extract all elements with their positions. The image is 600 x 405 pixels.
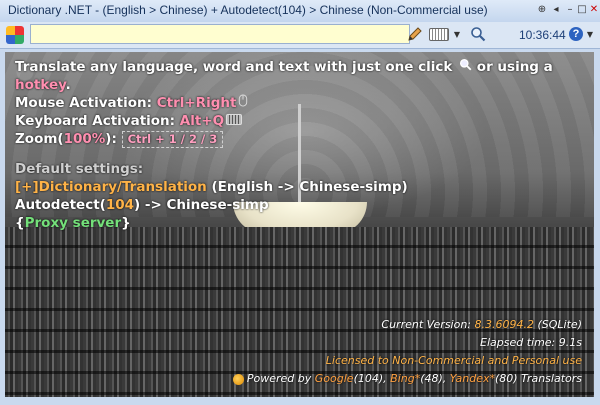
default-settings-heading: Default settings: [15,161,144,177]
bing-count: (48), [420,372,450,385]
keyboard-activation-label: Keyboard Activation: [15,113,180,129]
zoom-keys: Ctrl + 1 / 2 / 3 [121,131,224,148]
mouse-activation-label: Mouse Activation: [15,95,157,111]
magnifier-icon[interactable] [468,24,488,44]
version-db: (SQLite) [534,318,582,331]
welcome-text: Translate any language, word and text wi… [15,58,585,232]
mouse-icon [238,94,248,112]
yandex-count: (80) Translators [494,372,582,385]
elapsed-time: Elapsed time: 9.1s [480,336,582,349]
keyboard-activation-value[interactable]: Alt+Q [180,113,224,129]
dictionary-line: [+]Dictionary/Translation (English -> Ch… [15,178,585,196]
help-chevron-down-icon[interactable]: ▼ [585,24,595,44]
pin-icon[interactable]: ⊕ [536,4,548,16]
magnifier-icon [459,58,472,76]
powered-icon [232,373,244,385]
version-label: Current Version: [381,318,475,331]
yandex-link[interactable]: Yandex* [450,372,495,385]
maximize-icon[interactable]: □ [576,4,588,16]
autodetect-target: ) -> Chinese-simp [134,197,269,213]
welcome-panel: Translate any language, word and text wi… [5,52,594,397]
keyboard-icon[interactable] [428,24,450,44]
app-logo-icon[interactable] [6,26,24,44]
google-count: (104), [353,372,391,385]
autodetect-label: Autodetect( [15,197,106,213]
proxy-brace-open: { [15,215,25,231]
language-pair: (English -> Chinese-simp) [206,179,408,195]
title-bar: Dictionary .NET - (English > Chinese) + … [0,0,600,23]
restore-icon[interactable]: ◂ [550,4,562,16]
google-link[interactable]: Google [315,372,354,385]
window-title: Dictionary .NET - (English > Chinese) + … [8,3,488,17]
version-line: Current Version: 8.3.6094.2 (SQLite) [22,316,582,334]
bing-link[interactable]: Bing* [390,372,420,385]
clock: 10:36:44 [519,28,566,42]
zoom-label: Zoom( [15,131,64,147]
powered-by-label: Powered by [246,372,315,385]
search-input[interactable] [30,24,410,44]
keyboard-icon [226,112,243,130]
minimize-icon[interactable]: – [564,4,576,16]
zoom-value[interactable]: 100% [64,131,106,147]
autodetect-line: Autodetect(104) -> Chinese-simp [15,196,585,214]
proxy-server-link[interactable]: Proxy server [25,215,122,231]
chevron-down-icon[interactable]: ▼ [452,24,462,44]
version-value: 8.3.6094.2 [474,318,534,331]
toolbar: ▼ 10:36:44 ? ▼ [0,22,600,49]
license-text: Licensed to Non-Commercial and Personal … [325,354,582,367]
app-window: Dictionary .NET - (English > Chinese) + … [0,0,600,405]
intro-text-end: or using a [472,59,553,75]
zoom-label-end: ): [105,131,122,147]
mouse-activation-value[interactable]: Ctrl+Right [157,95,237,111]
close-icon[interactable]: ✕ [588,4,600,16]
proxy-line: {Proxy server} [15,214,585,232]
zoom-line: Zoom(100%): Ctrl + 1 / 2 / 3 [15,130,585,148]
powered-by-line: Powered by Google(104), Bing*(48), Yande… [22,370,582,388]
pencil-icon[interactable] [406,24,424,44]
dictionary-translation-link[interactable]: [+]Dictionary/Translation [15,179,207,195]
intro-text: Translate any language, word and text wi… [15,59,453,75]
status-footer: Current Version: 8.3.6094.2 (SQLite) Ela… [22,316,582,388]
intro-line: Translate any language, word and text wi… [15,58,585,76]
help-icon[interactable]: ? [568,24,584,44]
autodetect-count: 104 [105,197,135,213]
mouse-activation-line: Mouse Activation: Ctrl+Right [15,94,585,112]
hotkey-line: hotkey. [15,76,585,94]
hotkey-link[interactable]: hotkey [15,77,66,93]
keyboard-activation-line: Keyboard Activation: Alt+Q [15,112,585,130]
proxy-brace-close: } [121,215,131,231]
hotkey-period: . [65,77,71,93]
